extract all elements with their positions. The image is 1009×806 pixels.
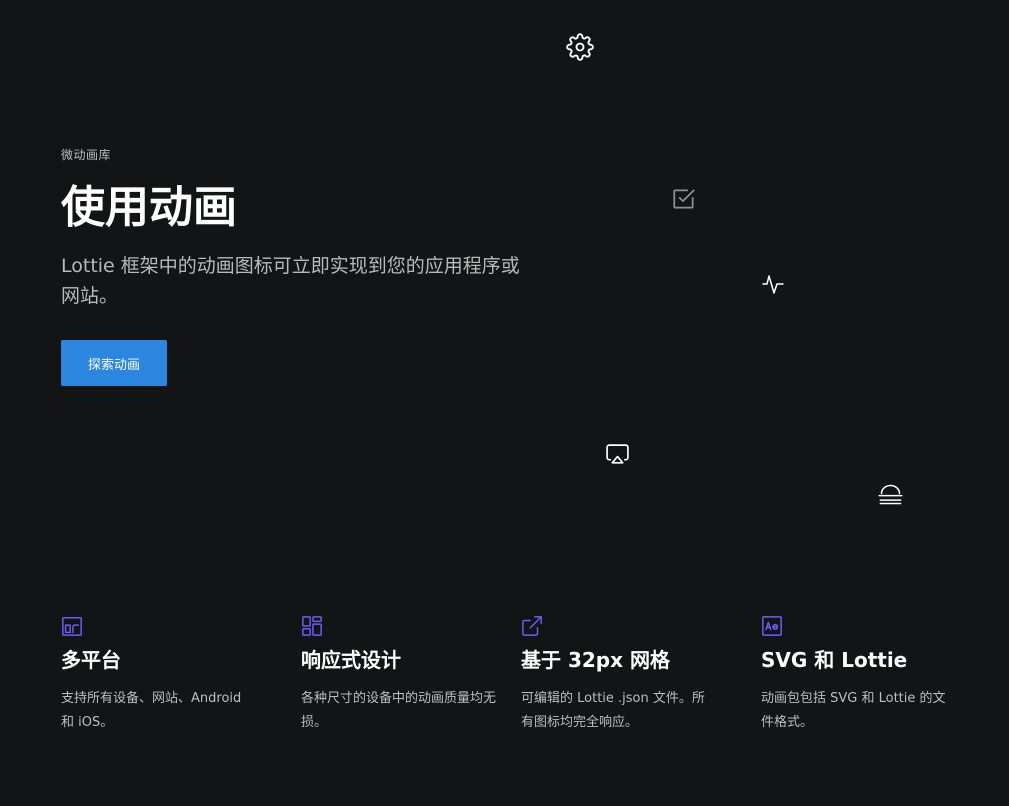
gear-icon	[566, 33, 594, 61]
align-center-icon	[878, 484, 903, 505]
feature-svg-lottie: SVG 和 Lottie 动画包包括 SVG 和 Lottie 的文件格式。	[761, 615, 961, 735]
airplay-icon	[606, 444, 629, 464]
page-title: 使用动画	[61, 182, 237, 233]
after-effects-icon	[762, 616, 782, 636]
hero-subtitle: Lottie 框架中的动画图标可立即实现到您的应用程序或网站。	[61, 255, 520, 307]
feature-description: 动画包包括 SVG 和 Lottie 的文件格式。	[761, 691, 946, 730]
explore-animations-button[interactable]: 探索动画	[61, 340, 167, 386]
feature-title: SVG 和 Lottie	[761, 648, 908, 672]
features-row: 多平台 支持所有设备、网站、Android 和 iOS。 响应式设计 各种尺寸的…	[61, 615, 991, 755]
feature-responsive-design: 响应式设计 各种尺寸的设备中的动画质量均无损。	[301, 615, 501, 735]
feature-32px-grid: 基于 32px 网格 可编辑的 Lottie .json 文件。所有图标均完全响…	[521, 615, 721, 735]
activity-icon	[762, 275, 784, 294]
feature-multi-platform: 多平台 支持所有设备、网站、Android 和 iOS。	[61, 615, 261, 735]
layout-grid-icon	[302, 616, 322, 636]
external-link-icon	[522, 616, 542, 636]
eyebrow-label: 微动画库	[61, 148, 112, 162]
feature-description: 可编辑的 Lottie .json 文件。所有图标均完全响应。	[521, 691, 705, 730]
feature-description: 各种尺寸的设备中的动画质量均无损。	[301, 691, 497, 730]
checkbox-icon	[673, 189, 695, 209]
multi-device-icon	[62, 617, 82, 636]
hero-section: 微动画库 使用动画 Lottie 框架中的动画图标可立即实现到您的应用程序或网站…	[61, 145, 541, 311]
feature-title: 多平台	[61, 648, 121, 672]
feature-title: 响应式设计	[301, 648, 401, 672]
feature-description: 支持所有设备、网站、Android 和 iOS。	[61, 691, 242, 730]
feature-title: 基于 32px 网格	[521, 648, 670, 672]
